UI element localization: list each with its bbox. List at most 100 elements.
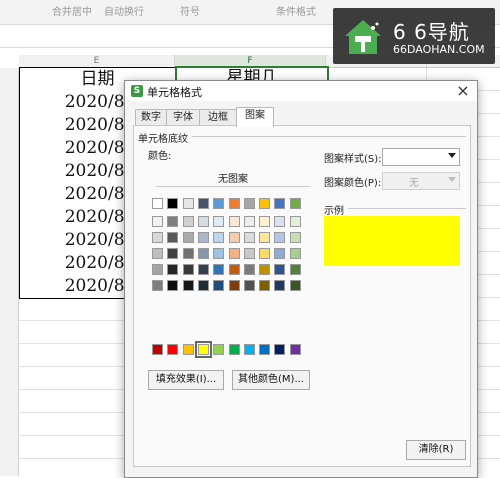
color-swatch[interactable]	[274, 264, 286, 275]
sample-preview	[324, 216, 460, 266]
color-swatch[interactable]	[243, 248, 255, 259]
color-swatch[interactable]	[228, 280, 240, 291]
row-header-strip	[0, 68, 19, 476]
ribbon-item[interactable]: 符号	[180, 3, 200, 18]
color-swatch[interactable]	[289, 216, 301, 227]
color-swatch[interactable]	[228, 264, 240, 275]
dialog-title: 单元格格式	[147, 86, 202, 99]
fill-effects-button[interactable]: 填充效果(I)...	[148, 370, 224, 390]
color-swatch[interactable]	[274, 216, 286, 227]
color-swatch[interactable]	[213, 232, 225, 243]
color-swatch[interactable]	[213, 264, 225, 275]
tab-font[interactable]: 字体	[166, 109, 200, 126]
color-swatch[interactable]	[213, 198, 225, 209]
color-swatch[interactable]	[274, 344, 286, 355]
color-swatch[interactable]	[259, 344, 271, 355]
color-swatch[interactable]	[152, 248, 163, 259]
color-swatch[interactable]	[182, 280, 194, 291]
app-logo-icon: S	[131, 85, 143, 97]
color-swatch[interactable]	[228, 216, 240, 227]
color-swatch[interactable]	[197, 248, 209, 259]
color-swatch[interactable]	[197, 198, 209, 209]
color-swatch[interactable]	[182, 248, 194, 259]
pattern-style-label: 图案样式(S):	[324, 154, 382, 165]
color-swatch[interactable]	[167, 344, 179, 355]
color-swatch[interactable]	[259, 216, 271, 227]
ribbon-item[interactable]: 条件格式	[276, 3, 316, 18]
color-swatch[interactable]	[289, 248, 301, 259]
color-swatch[interactable]	[182, 198, 194, 209]
color-swatch[interactable]	[243, 216, 255, 227]
color-swatch[interactable]	[194, 341, 212, 358]
color-swatch[interactable]	[243, 264, 255, 275]
chevron-down-icon	[448, 153, 456, 158]
color-swatch[interactable]	[167, 232, 179, 243]
color-swatch[interactable]	[197, 264, 209, 275]
ribbon-item[interactable]: 自动换行	[104, 3, 144, 18]
color-swatch[interactable]	[167, 264, 179, 275]
color-swatch[interactable]	[213, 248, 225, 259]
tab-number[interactable]: 数字	[135, 109, 167, 126]
house-logo-icon	[345, 20, 381, 54]
color-swatch[interactable]	[197, 232, 209, 243]
color-swatch[interactable]	[197, 216, 209, 227]
tab-patterns[interactable]: 图案	[236, 107, 274, 127]
color-swatch[interactable]	[152, 216, 163, 227]
color-swatch[interactable]	[182, 232, 194, 243]
no-fill-button[interactable]: 无图案	[154, 170, 312, 185]
color-swatch[interactable]	[289, 198, 301, 209]
color-swatch[interactable]	[243, 232, 255, 243]
color-swatch[interactable]	[259, 198, 271, 209]
color-swatch[interactable]	[259, 232, 271, 243]
color-swatch[interactable]	[228, 344, 240, 355]
close-icon[interactable]: ×	[455, 81, 471, 101]
color-swatch[interactable]	[259, 264, 271, 275]
color-swatch[interactable]	[182, 216, 194, 227]
color-swatch[interactable]	[213, 216, 225, 227]
color-swatch[interactable]	[213, 280, 225, 291]
pattern-color-value: 无	[409, 178, 419, 189]
color-swatch[interactable]	[259, 248, 271, 259]
color-swatch[interactable]	[274, 232, 286, 243]
pattern-color-select[interactable]: 无	[382, 172, 460, 190]
section-divider	[192, 136, 466, 137]
color-swatch[interactable]	[289, 280, 301, 291]
color-swatch[interactable]	[213, 344, 225, 355]
color-swatch[interactable]	[228, 198, 240, 209]
color-swatch[interactable]	[289, 344, 301, 355]
color-swatch[interactable]	[152, 198, 163, 209]
color-swatch[interactable]	[274, 248, 286, 259]
color-swatch[interactable]	[152, 232, 163, 243]
dialog-titlebar[interactable]: S 单元格格式 ×	[125, 81, 477, 101]
color-swatch[interactable]	[243, 198, 255, 209]
color-swatch[interactable]	[182, 344, 194, 355]
color-swatch[interactable]	[274, 280, 286, 291]
color-swatch[interactable]	[289, 264, 301, 275]
clear-button[interactable]: 清除(R)	[406, 440, 466, 460]
color-swatch[interactable]	[167, 248, 179, 259]
section-title: 单元格底纹	[138, 134, 188, 145]
ribbon-item[interactable]: 合并居中	[52, 3, 92, 18]
tab-border[interactable]: 边框	[199, 109, 237, 126]
color-swatch[interactable]	[243, 280, 255, 291]
color-swatch[interactable]	[167, 280, 179, 291]
color-swatch[interactable]	[167, 198, 179, 209]
color-swatch[interactable]	[243, 344, 255, 355]
color-swatch[interactable]	[197, 280, 209, 291]
color-swatch[interactable]	[167, 216, 179, 227]
pattern-style-select[interactable]	[382, 148, 460, 166]
color-swatch[interactable]	[182, 264, 194, 275]
color-swatch[interactable]	[274, 198, 286, 209]
color-swatch[interactable]	[289, 232, 301, 243]
color-swatch[interactable]	[259, 280, 271, 291]
color-swatch[interactable]	[152, 344, 163, 355]
watermark-title: 6 6导航	[393, 20, 470, 44]
no-fill-divider	[156, 186, 310, 187]
site-watermark: 6 6导航 66DAOHAN.COM	[333, 8, 495, 64]
color-swatch[interactable]	[228, 232, 240, 243]
color-swatch[interactable]	[152, 264, 163, 275]
color-swatch[interactable]	[152, 280, 163, 291]
color-swatch[interactable]	[228, 248, 240, 259]
watermark-url: 66DAOHAN.COM	[393, 43, 485, 56]
more-colors-button[interactable]: 其他颜色(M)...	[232, 370, 310, 390]
